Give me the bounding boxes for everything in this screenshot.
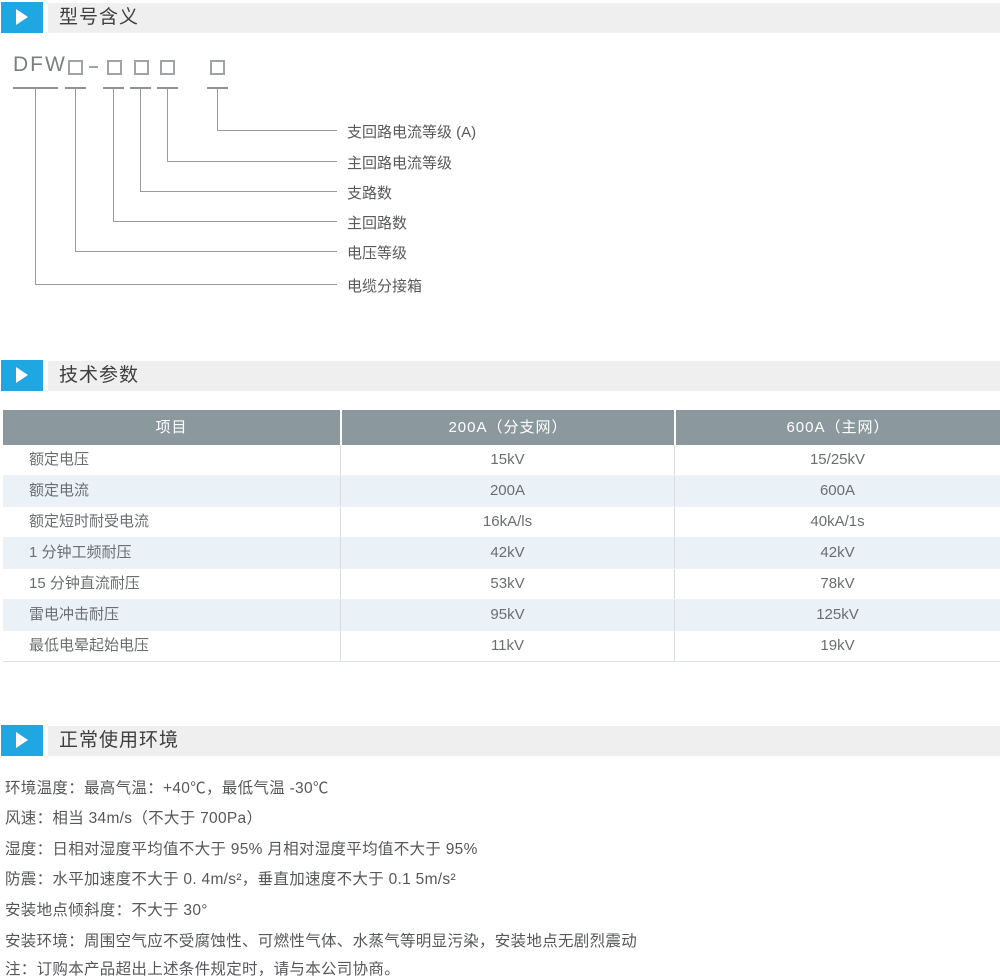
model-box-voltage	[68, 60, 83, 75]
env-line-seismic: 防震：水平加速度不大于 0. 4m/s²，垂直加速度不大于 0.1 5m/s²	[5, 867, 456, 889]
label-main-count: 主回路数	[347, 212, 407, 233]
section-marker	[1, 360, 43, 391]
label-main-current: 主回路电流等级	[347, 152, 452, 173]
env-line-tilt: 安装地点倾斜度：不大于 30°	[5, 898, 208, 920]
connector-main-current	[167, 89, 168, 161]
cell-main: 600A	[674, 476, 1000, 506]
model-box-branch-count	[134, 60, 149, 75]
cell-main: 15/25kV	[674, 445, 1000, 475]
cell-item: 最低电晕起始电压	[3, 631, 340, 661]
section-header-environment: 正常使用环境	[0, 725, 1000, 757]
model-box-main-count	[107, 60, 122, 75]
env-line-temperature: 环境温度：最高气温：+40℃，最低气温 -30℃	[5, 776, 329, 798]
model-box-branch-current	[210, 60, 225, 75]
section-marker	[1, 2, 43, 33]
table-row: 15 分钟直流耐压 53kV 78kV	[3, 569, 1000, 600]
section-marker	[1, 725, 43, 756]
cell-branch: 11kV	[340, 631, 674, 661]
cell-branch: 95kV	[340, 600, 674, 630]
cell-item: 额定电流	[3, 476, 340, 506]
cell-item: 额定电压	[3, 445, 340, 475]
env-line-surrounding: 安装环境：周围空气应不受腐蚀性、可燃性气体、水蒸气等明显污染，安装地点无剧烈震动	[5, 929, 637, 951]
connector-branch-count	[140, 89, 141, 191]
connector-main-current	[167, 161, 337, 162]
cell-branch: 15kV	[340, 445, 674, 475]
table-row: 雷电冲击耐压 95kV 125kV	[3, 600, 1000, 631]
cell-branch: 53kV	[340, 569, 674, 599]
connector-voltage	[75, 251, 337, 252]
section-title-bar: 正常使用环境	[48, 726, 1000, 756]
model-prefix: DFW	[13, 53, 67, 77]
connector-voltage	[75, 89, 76, 251]
section-title-bar: 技术参数	[48, 361, 1000, 391]
label-branch-count: 支路数	[347, 182, 392, 203]
cell-item: 雷电冲击耐压	[3, 600, 340, 630]
col-header-main: 600A（主网）	[674, 410, 1000, 445]
cell-branch: 16kA/ls	[340, 507, 674, 537]
play-triangle-icon	[16, 9, 28, 25]
connector-box-type	[35, 89, 36, 284]
section-header-params: 技术参数	[0, 360, 1000, 392]
model-dash	[89, 66, 98, 68]
table-row: 额定短时耐受电流 16kA/ls 40kA/1s	[3, 507, 1000, 538]
cell-main: 40kA/1s	[674, 507, 1000, 537]
env-line-humidity: 湿度：日相对湿度平均值不大于 95% 月相对湿度平均值不大于 95%	[5, 837, 478, 859]
table-row: 1 分钟工频耐压 42kV 42kV	[3, 538, 1000, 569]
play-triangle-icon	[16, 732, 28, 748]
table-row: 最低电晕起始电压 11kV 19kV	[3, 631, 1000, 662]
connector-box-type	[35, 284, 337, 285]
env-line-wind: 风速：相当 34m/s（不大于 700Pa）	[5, 806, 262, 828]
cell-branch: 200A	[340, 476, 674, 506]
connector-branch-current	[217, 130, 337, 131]
label-voltage: 电压等级	[347, 242, 407, 263]
section-title-bar: 型号含义	[48, 3, 1000, 33]
cell-item: 15 分钟直流耐压	[3, 569, 340, 599]
connector-branch-current	[217, 89, 218, 130]
col-header-item: 项目	[3, 410, 340, 445]
connector-branch-count	[140, 191, 337, 192]
label-box-type: 电缆分接箱	[347, 275, 422, 296]
play-triangle-icon	[16, 367, 28, 383]
cell-main: 42kV	[674, 538, 1000, 568]
table-header-row: 项目 200A（分支网） 600A（主网）	[3, 410, 1000, 445]
cell-item: 1 分钟工频耐压	[3, 538, 340, 568]
env-line-note: 注：订购本产品超出上述条件规定时，请与本公司协商。	[5, 957, 400, 979]
cell-item: 额定短时耐受电流	[3, 507, 340, 537]
model-box-main-current	[160, 60, 175, 75]
section-title-params: 技术参数	[48, 361, 1000, 391]
params-table: 项目 200A（分支网） 600A（主网） 额定电压 15kV 15/25kV …	[3, 410, 1000, 662]
connector-main-count	[113, 221, 337, 222]
section-title-environment: 正常使用环境	[48, 726, 1000, 756]
label-branch-current: 支回路电流等级 (A)	[347, 121, 476, 142]
table-row: 额定电流 200A 600A	[3, 476, 1000, 507]
cell-main: 78kV	[674, 569, 1000, 599]
catalog-page: 型号含义 DFW 支回路电流等级 (A) 主回路电流等级 支路数 主回路数 电压…	[0, 0, 1000, 979]
connector-main-count	[113, 89, 114, 221]
col-header-branch: 200A（分支网）	[340, 410, 674, 445]
cell-main: 19kV	[674, 631, 1000, 661]
cell-main: 125kV	[674, 600, 1000, 630]
table-row: 额定电压 15kV 15/25kV	[3, 445, 1000, 476]
section-header-model: 型号含义	[0, 2, 1000, 34]
section-title-model: 型号含义	[48, 3, 1000, 33]
cell-branch: 42kV	[340, 538, 674, 568]
